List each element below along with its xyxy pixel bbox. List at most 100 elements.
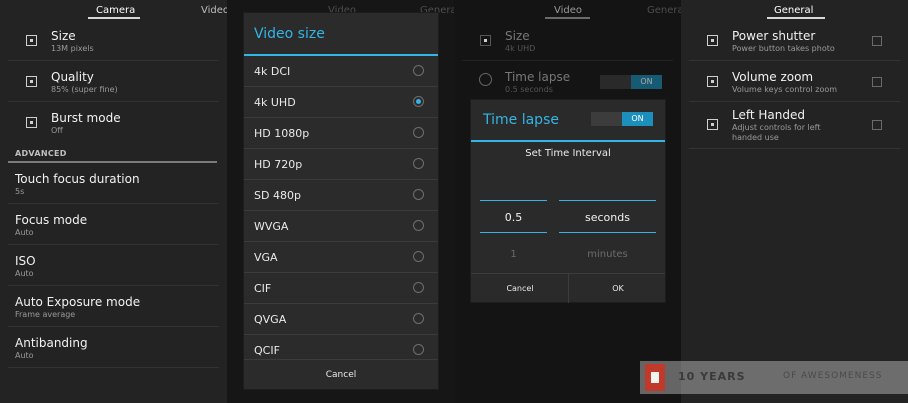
tab-video[interactable]: Video [554,5,582,16]
setting-summary: Adjust controls for left handed use [732,123,821,142]
option-label: HD 720p [254,158,303,171]
option-label: 4k UHD [254,96,296,109]
size-icon [26,35,37,46]
option-4k-dci[interactable]: 4k DCI [244,56,438,87]
setting-left-handed[interactable]: Left Handed Adjust controls for left han… [689,103,900,149]
radio-button[interactable] [413,220,424,231]
setting-summary: 0.5 seconds [505,85,553,94]
radio-button[interactable] [413,189,424,200]
video-size-panel: Video GeneralCamera Video size 4k DCI 4k… [227,0,454,403]
general-tab-bar: General [681,0,908,20]
setting-summary: Frame average [15,310,76,319]
setting-title: Auto Exposure mode [15,295,141,309]
radio-button[interactable] [413,313,424,324]
option-4k-uhd[interactable]: 4k UHD [244,87,438,118]
left-handed-icon [707,119,718,130]
camera-tab-bar: Camera VideoCamera [0,0,227,20]
option-vga[interactable]: VGA [244,242,438,273]
time-lapse-toggle[interactable]: ON [600,75,662,89]
option-cif[interactable]: CIF [244,273,438,304]
option-hd-720p[interactable]: HD 720p [244,149,438,180]
setting-iso[interactable]: ISO Auto [8,246,219,286]
dialog-subtitle: Set Time Interval [525,148,611,159]
power-shutter-icon [707,35,718,46]
setting-auto-exposure-mode[interactable]: Auto Exposure mode Frame average [8,287,219,327]
setting-title: Left Handed [732,108,805,122]
radio-button[interactable] [413,344,424,355]
option-qvga[interactable]: QVGA [244,304,438,335]
value-picker-line-bottom [480,232,547,233]
radio-button-selected[interactable] [413,96,424,107]
tab-general-video[interactable]: GeneralVideo [647,5,681,16]
ok-button[interactable]: OK [569,274,667,303]
tab-indicator [88,17,140,19]
setting-title: Time lapse [505,70,571,84]
unit-picker-next[interactable]: minutes [559,249,656,260]
radio-button[interactable] [413,158,424,169]
setting-summary: 4k UHD [505,44,536,53]
dialog-title-divider [471,140,665,142]
unit-picker[interactable]: seconds [559,211,656,224]
option-sd-480p[interactable]: SD 480p [244,180,438,211]
video-tab-bar: Video GeneralVideo [454,0,681,20]
tab-video-camera[interactable]: VideoCamera [201,5,227,16]
setting-title: Size [51,29,76,43]
volume-zoom-checkbox[interactable] [872,77,882,87]
unit-picker-line-top [559,200,656,201]
section-header-advanced: ADVANCED [15,149,67,158]
cancel-button[interactable]: Cancel [471,274,569,303]
timer-icon [479,73,492,86]
setting-summary: 85% (super fine) [51,85,118,94]
dialog-title: Time lapse [483,112,559,128]
value-picker-next[interactable]: 1 [480,249,547,260]
setting-video-size[interactable]: Size 4k UHD [462,21,673,61]
value-picker[interactable]: 0.5 [480,211,547,224]
option-label: SD 480p [254,189,301,202]
video-size-dialog: Video size 4k DCI 4k UHD HD 1080p HD 720… [243,12,439,390]
watermark-tagline: OF AWESOMENESS [783,371,883,381]
setting-summary: Auto [15,351,34,360]
tab-indicator [545,17,590,19]
watermark-banner: 10 YEARS OF AWESOMENESS [640,361,908,394]
setting-touch-focus-duration[interactable]: Touch focus duration 5s [8,164,219,204]
radio-button[interactable] [413,251,424,262]
setting-summary: 5s [15,187,25,196]
radio-button[interactable] [413,127,424,138]
setting-size[interactable]: Size 13M pixels [8,21,219,61]
burst-icon [26,117,37,128]
tab-indicator [767,17,825,19]
option-hd-1080p[interactable]: HD 1080p [244,118,438,149]
option-label: QVGA [254,313,287,326]
radio-button[interactable] [413,282,424,293]
setting-summary: Auto [15,269,34,278]
cancel-button[interactable]: Cancel [244,359,438,389]
tab-general[interactable]: General [774,5,813,16]
setting-title: Focus mode [15,213,88,227]
dialog-title: Video size [254,26,325,42]
setting-focus-mode[interactable]: Focus mode Auto [8,205,219,245]
setting-summary: Power button takes photo [732,44,835,53]
setting-title: Power shutter [732,29,816,43]
unit-picker-line-bottom [559,232,656,233]
setting-burst-mode[interactable]: Burst mode Off [8,103,219,143]
option-label: VGA [254,251,278,264]
tab-camera[interactable]: Camera [96,5,135,16]
setting-quality[interactable]: Quality 85% (super fine) [8,62,219,102]
setting-antibanding[interactable]: Antibanding Auto [8,328,219,368]
quality-icon [26,76,37,87]
setting-title: Volume zoom [732,70,814,84]
option-label: QCIF [254,344,280,357]
option-label: HD 1080p [254,127,310,140]
power-shutter-checkbox[interactable] [872,36,882,46]
setting-title: Antibanding [15,336,88,350]
radio-button[interactable] [413,65,424,76]
volume-zoom-icon [707,76,718,87]
left-handed-checkbox[interactable] [872,120,882,130]
setting-volume-zoom[interactable]: Volume zoom Volume keys control zoom [689,62,900,102]
option-wvga[interactable]: WVGA [244,211,438,242]
dialog-toggle[interactable]: ON [591,112,653,126]
setting-time-lapse[interactable]: Time lapse 0.5 seconds ON [462,62,673,102]
setting-power-shutter[interactable]: Power shutter Power button takes photo [689,21,900,61]
option-label: WVGA [254,220,289,233]
toggle-label: ON [622,112,653,126]
